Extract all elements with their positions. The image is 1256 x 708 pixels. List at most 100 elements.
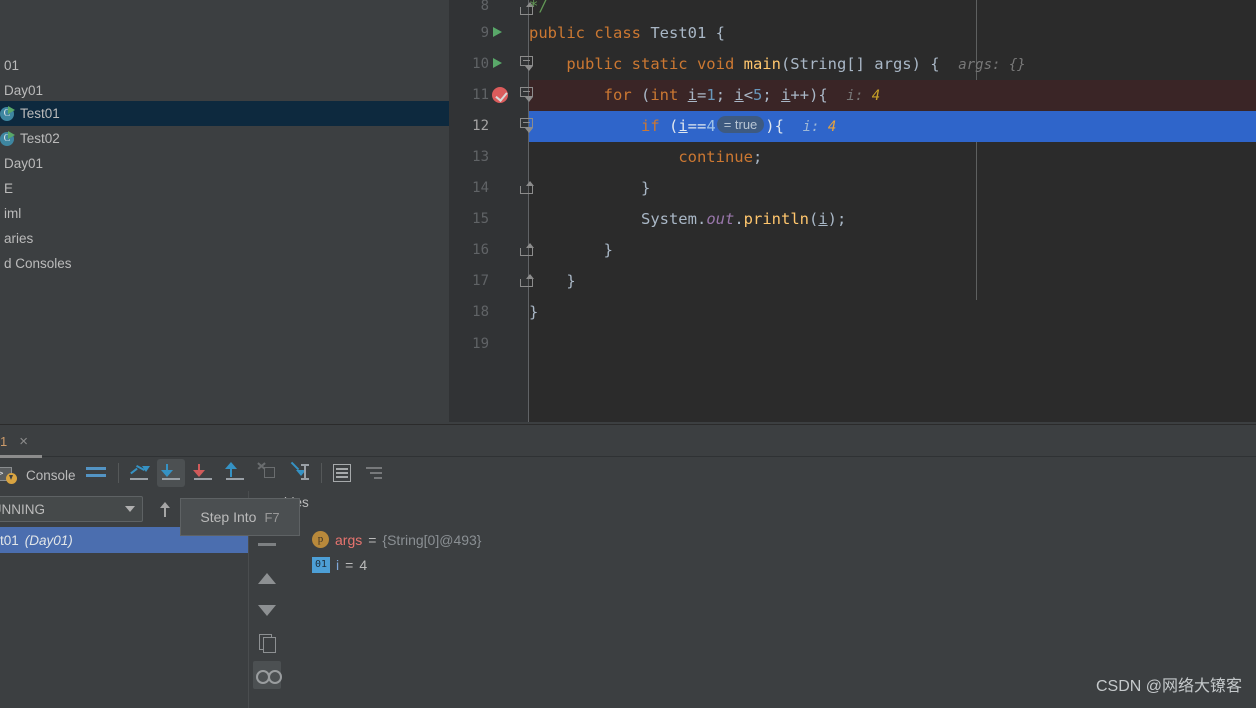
variable-name: i	[336, 556, 340, 573]
console-tab-button[interactable]: > Console	[0, 460, 76, 490]
debug-toolbar[interactable]: > Console	[0, 459, 1256, 491]
duplicate-button[interactable]	[253, 629, 281, 657]
inline-value-hint: = true	[716, 116, 765, 133]
code-line-15[interactable]: 15 System.out.println(i);	[449, 204, 1256, 235]
frame-method: t01	[0, 532, 19, 548]
run-to-cursor-button[interactable]	[285, 459, 313, 487]
breakpoint-icon[interactable]	[492, 87, 508, 103]
tree-item-label: d Consoles	[4, 256, 72, 271]
variable-value: {String[0]@493}	[382, 531, 482, 548]
toolbar-separator	[321, 463, 322, 483]
tree-item-01[interactable]: 01	[0, 53, 449, 78]
debug-tab-bar-rule	[42, 456, 1256, 457]
debug-tab-number: 1	[0, 433, 8, 449]
evaluate-expression-button[interactable]	[328, 459, 356, 487]
console-icon: >	[0, 466, 20, 484]
inspect-button[interactable]	[253, 661, 282, 689]
drop-frame-button[interactable]	[253, 459, 281, 487]
code-text: if (i==4 = true){ i: 4	[640, 116, 837, 135]
code-text: public class Test01 {	[529, 24, 725, 42]
show-execution-point-button[interactable]	[82, 459, 110, 487]
tree-item-label: Day01	[4, 156, 44, 171]
watermark: CSDN @网络大镣客	[1095, 678, 1242, 695]
project-tool-window[interactable]: 01 Day01 C Test01 C Test02 Day01 E iml a…	[0, 0, 449, 424]
move-down-button[interactable]	[253, 596, 281, 624]
run-gutter-icon[interactable]	[493, 58, 502, 68]
force-step-into-button[interactable]	[189, 459, 217, 487]
java-class-icon: C	[0, 130, 16, 147]
debug-tab-bar[interactable]: 1 ×	[0, 425, 1256, 458]
tree-item-test02[interactable]: C Test02	[0, 126, 449, 151]
code-line-16[interactable]: 16 }	[449, 235, 1256, 266]
code-text: }	[529, 241, 613, 259]
code-text: }	[529, 303, 539, 321]
tree-item-scratches-consoles[interactable]: d Consoles	[0, 251, 449, 276]
tooltip-step-into: Step Into F7	[180, 498, 300, 536]
tree-item-iml[interactable]: iml	[0, 201, 449, 226]
tree-item-label: Test01	[20, 106, 60, 121]
code-text: System.out.println(i);	[529, 210, 847, 228]
line-number: 16	[472, 242, 489, 258]
code-line-12[interactable]: 12 if (i==4 = true){ i: 4	[449, 111, 1256, 143]
tree-item-day01-a[interactable]: Day01	[0, 78, 449, 103]
code-text: }	[529, 272, 576, 290]
variable-row-args[interactable]: p args = {String[0]@493}	[312, 527, 481, 552]
code-line-17[interactable]: 17 }	[449, 266, 1256, 297]
chevron-down-icon	[125, 506, 135, 512]
run-gutter-icon[interactable]	[493, 27, 502, 37]
code-line-13[interactable]: 13 continue;	[449, 142, 1256, 173]
previous-frame-button[interactable]	[155, 501, 175, 519]
tree-item-label: Day01	[4, 83, 44, 98]
thread-selector[interactable]: i...n": RUNNING	[0, 496, 143, 522]
move-up-button[interactable]	[253, 564, 281, 592]
tree-item-libraries[interactable]: aries	[0, 226, 449, 251]
tree-item-label: aries	[4, 231, 34, 246]
debug-tab-active-underline	[0, 455, 42, 458]
variable-row-i[interactable]: 01 i = 4	[312, 552, 367, 577]
code-line-14[interactable]: 14 }	[449, 173, 1256, 204]
java-class-icon: C	[0, 105, 16, 122]
line-number: 10	[472, 56, 489, 72]
code-text: for (int i=1; i<5; i++){ i: 4	[603, 86, 881, 104]
code-line-10[interactable]: 10 public static void main(String[] args…	[449, 49, 1256, 80]
debug-tab-1[interactable]: 1 ×	[0, 425, 28, 457]
line-number: 11	[472, 87, 489, 103]
primitive-icon: 01	[312, 556, 330, 573]
code-text: }	[529, 179, 651, 197]
tree-item-day01-b[interactable]: Day01	[0, 151, 449, 176]
code-line-18[interactable]: 18 }	[449, 297, 1256, 328]
variable-name: args	[335, 531, 363, 548]
line-number: 17	[472, 273, 489, 289]
step-out-button[interactable]	[221, 459, 249, 487]
console-label: Console	[26, 467, 76, 483]
code-text: public static void main(String[] args) {…	[566, 55, 1026, 73]
close-icon[interactable]: ×	[19, 433, 28, 450]
settings-button[interactable]	[360, 459, 388, 487]
variable-value: 4	[359, 556, 368, 573]
tooltip-shortcut: F7	[264, 509, 280, 525]
tree-item-e[interactable]: E	[0, 176, 449, 201]
step-over-button[interactable]	[125, 459, 153, 487]
tree-item-label: iml	[4, 206, 22, 221]
ide-window: 01 Day01 C Test01 C Test02 Day01 E iml a…	[0, 0, 1256, 708]
tree-item-label: 01	[4, 58, 20, 73]
variable-equals: =	[368, 531, 377, 548]
thread-selector-label: i...n": RUNNING	[0, 501, 46, 517]
step-into-button[interactable]	[157, 459, 185, 487]
debug-tool-window[interactable]: 1 × > Console NNING t01 (Day01) p args =…	[0, 424, 1256, 708]
line-number: 13	[472, 149, 489, 165]
tree-item-label: Test02	[20, 131, 60, 146]
tree-item-test01[interactable]: C Test01	[0, 101, 449, 126]
code-line-19[interactable]: 19	[449, 329, 1256, 360]
tooltip-action-name: Step Into	[200, 509, 257, 525]
variable-equals: =	[345, 556, 354, 573]
code-editor[interactable]: 8 */ 9 public class Test01 { 10 public s…	[449, 0, 1256, 424]
code-text: continue;	[678, 148, 763, 166]
line-number: 18	[472, 304, 489, 320]
toolbar-separator	[118, 463, 119, 483]
line-number: 12	[472, 118, 489, 134]
code-line-9[interactable]: 9 public class Test01 {	[449, 18, 1256, 49]
code-line-11[interactable]: 11 for (int i=1; i<5; i++){ i: 4	[449, 80, 1256, 112]
line-number: 15	[472, 211, 489, 227]
frame-location: (Day01)	[24, 532, 73, 548]
